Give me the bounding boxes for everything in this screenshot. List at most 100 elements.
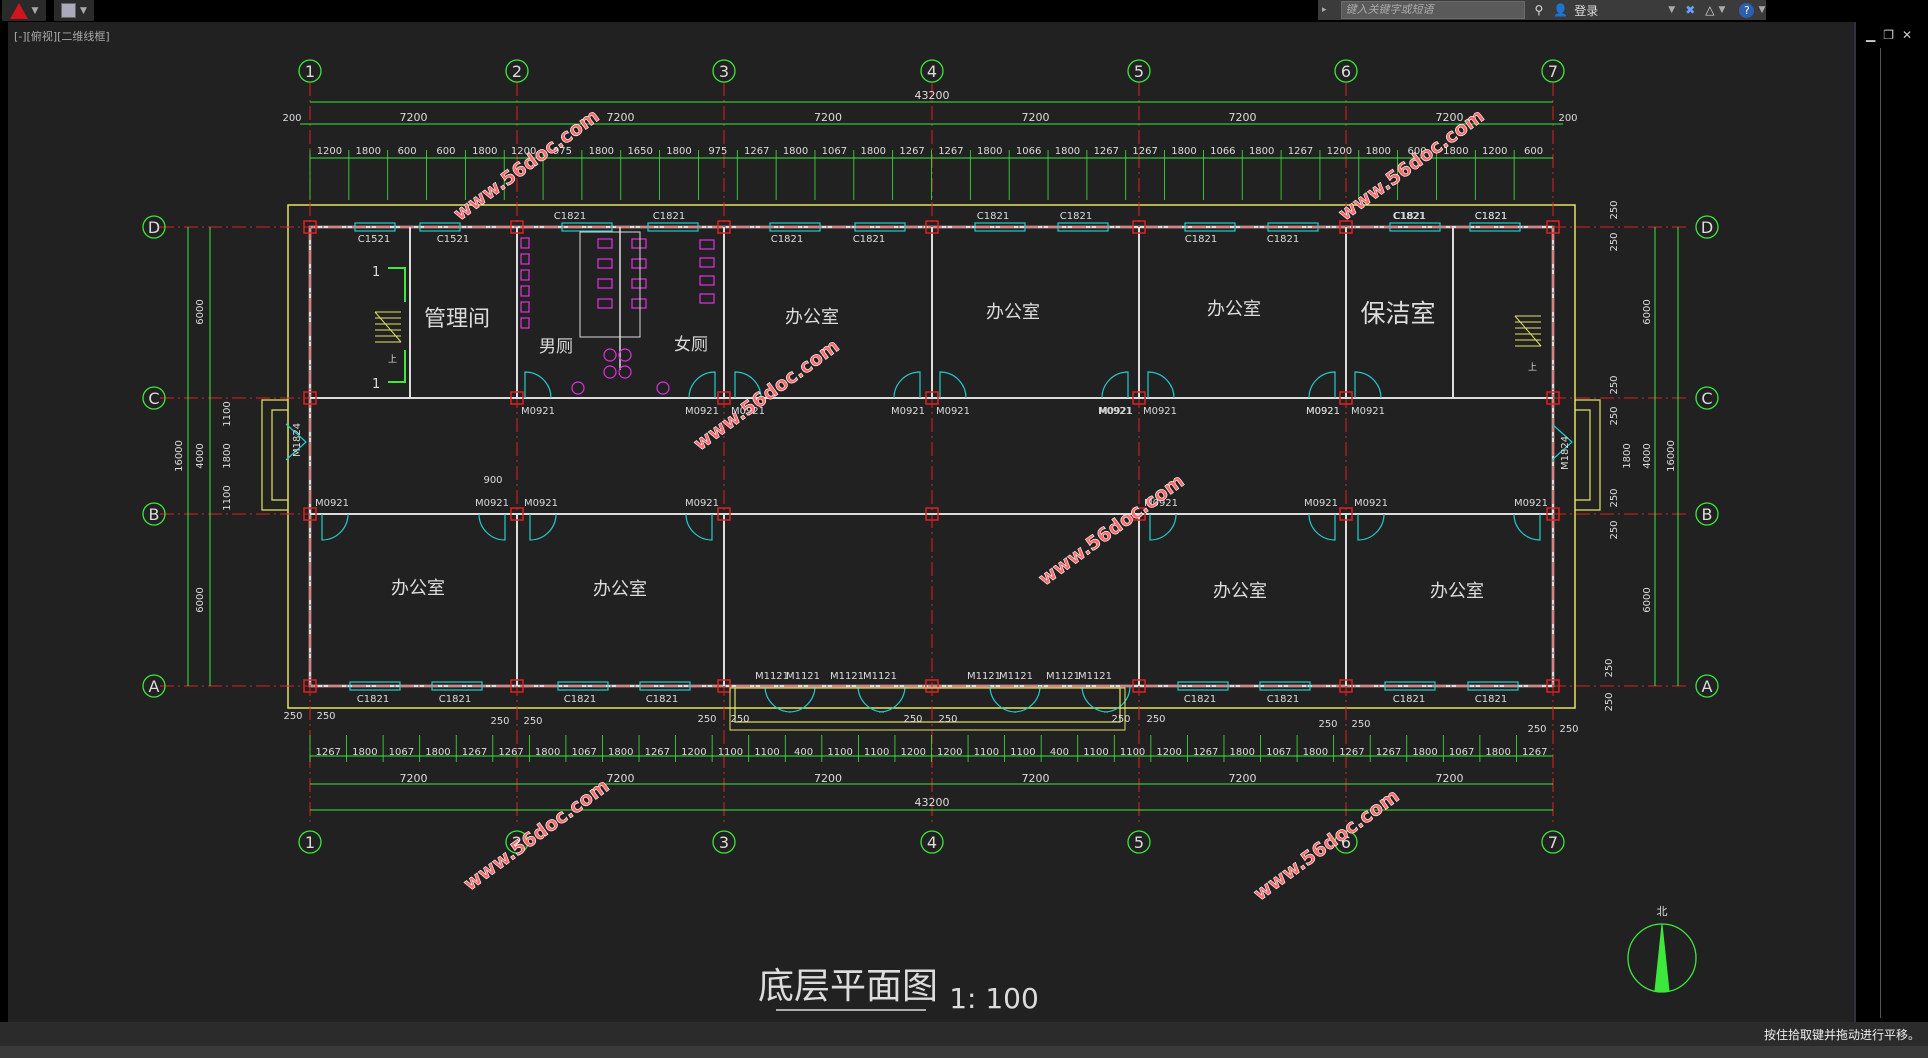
toilet-fixture: [597, 278, 613, 289]
dimension-text: 1800: [352, 747, 377, 758]
entrance-steps: [729, 687, 1126, 731]
door-tag: M0921: [315, 498, 349, 509]
entrance-door-tag: M1121: [967, 671, 1001, 682]
dimension-text: 7200: [1436, 772, 1464, 785]
dimension-text: 1200: [681, 747, 706, 758]
dimension-text: 1800: [472, 146, 497, 157]
dimension-text: 600: [436, 146, 455, 157]
door: [1147, 371, 1175, 399]
dimension-text: 1267: [1132, 146, 1157, 157]
dimension-text: 7200: [1022, 772, 1050, 785]
door-tag: M0921: [891, 406, 925, 417]
entrance-door-tag: M1121: [786, 671, 820, 682]
dimension-text: 6000: [195, 587, 206, 612]
dimension-text: 1800: [356, 146, 381, 157]
watermark-text: www.56doc.com: [1034, 470, 1188, 590]
dimension-text: 7200: [814, 772, 842, 785]
room-label: 办公室: [391, 578, 445, 599]
dimension-text: 1200: [1327, 146, 1352, 157]
dimension-text: 1100: [222, 485, 233, 510]
door-tag: M0921: [524, 498, 558, 509]
dimension-text: 7200: [400, 111, 428, 124]
dimension-text: 1650: [627, 146, 652, 157]
dimension-text: 1100: [1010, 747, 1035, 758]
dimension-text: 1100: [827, 747, 852, 758]
toilet-fixture: [631, 298, 647, 309]
dimension-text: 250: [903, 714, 922, 725]
window-tag: C1821: [1475, 211, 1507, 222]
dimension-text: 250: [1527, 724, 1546, 735]
dimension-text: 1800: [1055, 146, 1080, 157]
dimension-text: 1800: [1622, 443, 1633, 468]
drawing-scale: 1: 100: [949, 982, 1039, 1015]
room-label: 女厕: [674, 335, 708, 355]
dimension-text: 7200: [814, 111, 842, 124]
dimension-text: 1100: [718, 747, 743, 758]
dimension-text: 16000: [1666, 440, 1677, 472]
door: [478, 513, 506, 541]
door-tag: M0921: [685, 406, 719, 417]
dimension-text: 250: [1609, 488, 1620, 507]
urinal: [520, 269, 530, 281]
sink: [618, 348, 632, 362]
window-tag: C1821: [646, 694, 678, 705]
door: [685, 513, 713, 541]
door: [1354, 371, 1382, 399]
dimension-text: 1100: [974, 747, 999, 758]
dimension-text: 7200: [607, 111, 635, 124]
stair-label: 1: [372, 377, 380, 392]
floor-plan-drawing: M1824 M1824管理间男厕 女厕办公室 办公室 办公室 保洁室办公室 办公室 办公室 办公…: [142, 59, 1719, 1015]
room-label: 保洁室: [1360, 299, 1435, 328]
dimension-text: 6000: [1642, 587, 1653, 612]
axis-label: C: [1701, 389, 1712, 408]
window-tag: C1521: [358, 234, 390, 245]
side-door-label: M1824: [1560, 436, 1571, 470]
dimension-text: 1800: [1230, 747, 1255, 758]
axis-label: 7: [1548, 833, 1558, 852]
dimension-text: 250: [490, 716, 509, 727]
axis-label: 5: [1134, 62, 1144, 81]
dimension-text: 1800: [1365, 146, 1390, 157]
urinal: [520, 301, 530, 313]
dimension-text: 1267: [645, 747, 670, 758]
dimension-text: 1066: [1016, 146, 1041, 157]
dimension-text: 250: [283, 711, 302, 722]
room-label: 男厕: [539, 337, 573, 357]
dimension-text: 250: [1111, 714, 1130, 725]
toilet-fixture: [631, 258, 647, 269]
stair-line: [1514, 315, 1542, 347]
room-label: 办公室: [1430, 581, 1484, 602]
side-entrance: [261, 399, 288, 511]
sink: [603, 365, 617, 379]
dimension-text: 1800: [1249, 146, 1274, 157]
window-tag: C1821: [1267, 234, 1299, 245]
watermark-text: www.56doc.com: [449, 105, 603, 225]
dimension-text: 16000: [174, 440, 185, 472]
toilet-fixture: [699, 239, 715, 250]
door: [1308, 513, 1336, 541]
dimension-text: 6000: [1642, 299, 1653, 324]
dimension-text: 250: [938, 714, 957, 725]
dimension-text: 1066: [1210, 146, 1235, 157]
toilet-fixture: [597, 298, 613, 309]
window-tag: C1821: [771, 234, 803, 245]
dimension-text: 1200: [1156, 747, 1181, 758]
dimension-text: 7200: [1229, 772, 1257, 785]
axis-label: A: [149, 677, 160, 696]
stair-label: 上: [388, 354, 397, 365]
door: [1149, 513, 1177, 541]
room-label: 办公室: [1207, 299, 1261, 320]
axis-label: 1: [305, 833, 315, 852]
dimension-text: 1800: [783, 146, 808, 157]
window-tag: C1821: [357, 694, 389, 705]
dimension-text: 7200: [1022, 111, 1050, 124]
axis-label: 2: [512, 62, 522, 81]
dimension-text: 1200: [1482, 146, 1507, 157]
dimension-text: 1800: [1485, 747, 1510, 758]
window-tag: C1821: [1185, 234, 1217, 245]
dimension-text: 1267: [899, 146, 924, 157]
side-door-label: M1824: [292, 423, 303, 457]
dimension-text: 1067: [1449, 747, 1474, 758]
sink: [656, 381, 670, 395]
door: [321, 513, 349, 541]
